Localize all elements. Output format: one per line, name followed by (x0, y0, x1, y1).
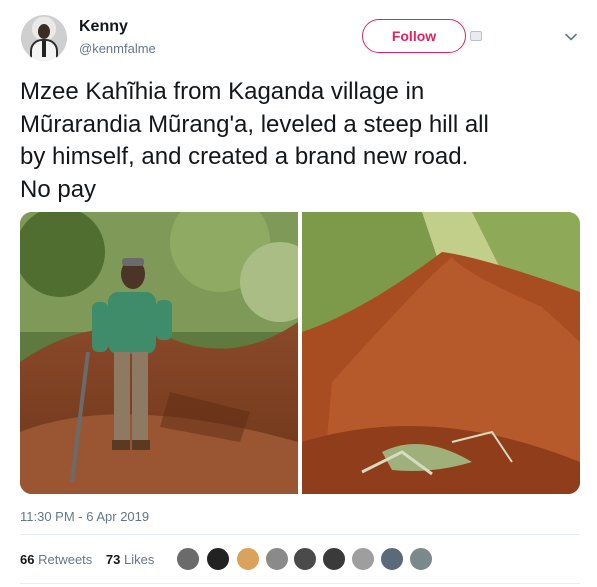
photo-man-on-hillside[interactable] (20, 212, 298, 494)
liker-avatar[interactable] (236, 547, 260, 571)
liker-avatar[interactable] (409, 547, 433, 571)
retweets-count[interactable]: 66 (20, 552, 34, 567)
chevron-down-icon[interactable] (563, 29, 579, 45)
tweet-text-line: Mũrarandia Mũrang'a, leveled a steep hil… (20, 110, 489, 138)
retweets-label[interactable]: Retweets (38, 552, 92, 567)
user-name[interactable]: Kenny (79, 18, 128, 36)
tweet-media (20, 212, 580, 494)
liker-avatar[interactable] (265, 547, 289, 571)
tweet-text-line: No pay (20, 175, 97, 203)
avatar[interactable] (21, 15, 67, 61)
photo-new-road[interactable] (302, 212, 580, 494)
liker-avatar[interactable] (322, 547, 346, 571)
follow-button[interactable]: Follow (362, 19, 466, 53)
liker-avatar[interactable] (293, 547, 317, 571)
liker-avatar[interactable] (351, 547, 375, 571)
tweet-stats: 66 Retweets 73 Likes (20, 552, 154, 567)
tweet-card: Kenny @kenmfalme Follow Mzee Kahĩhia fro… (0, 0, 597, 587)
tweet-text-line: Mzee Kahĩhia from Kaganda village in (20, 78, 425, 105)
tweet-timestamp[interactable]: 11:30 PM - 6 Apr 2019 (20, 509, 149, 524)
user-handle[interactable]: @kenmfalme (79, 41, 156, 56)
liker-avatar[interactable] (380, 547, 404, 571)
tweet-text: Mzee Kahĩhia from Kaganda village in Mũr… (20, 76, 580, 206)
liker-avatar[interactable] (206, 547, 230, 571)
embed-icon (470, 31, 482, 41)
likes-count[interactable]: 73 (106, 552, 120, 567)
liker-avatar[interactable] (176, 547, 200, 571)
tweet-text-line: by himself, and created a brand new road… (20, 143, 469, 170)
divider (20, 583, 580, 584)
likes-label[interactable]: Likes (124, 552, 154, 567)
divider (20, 534, 580, 535)
